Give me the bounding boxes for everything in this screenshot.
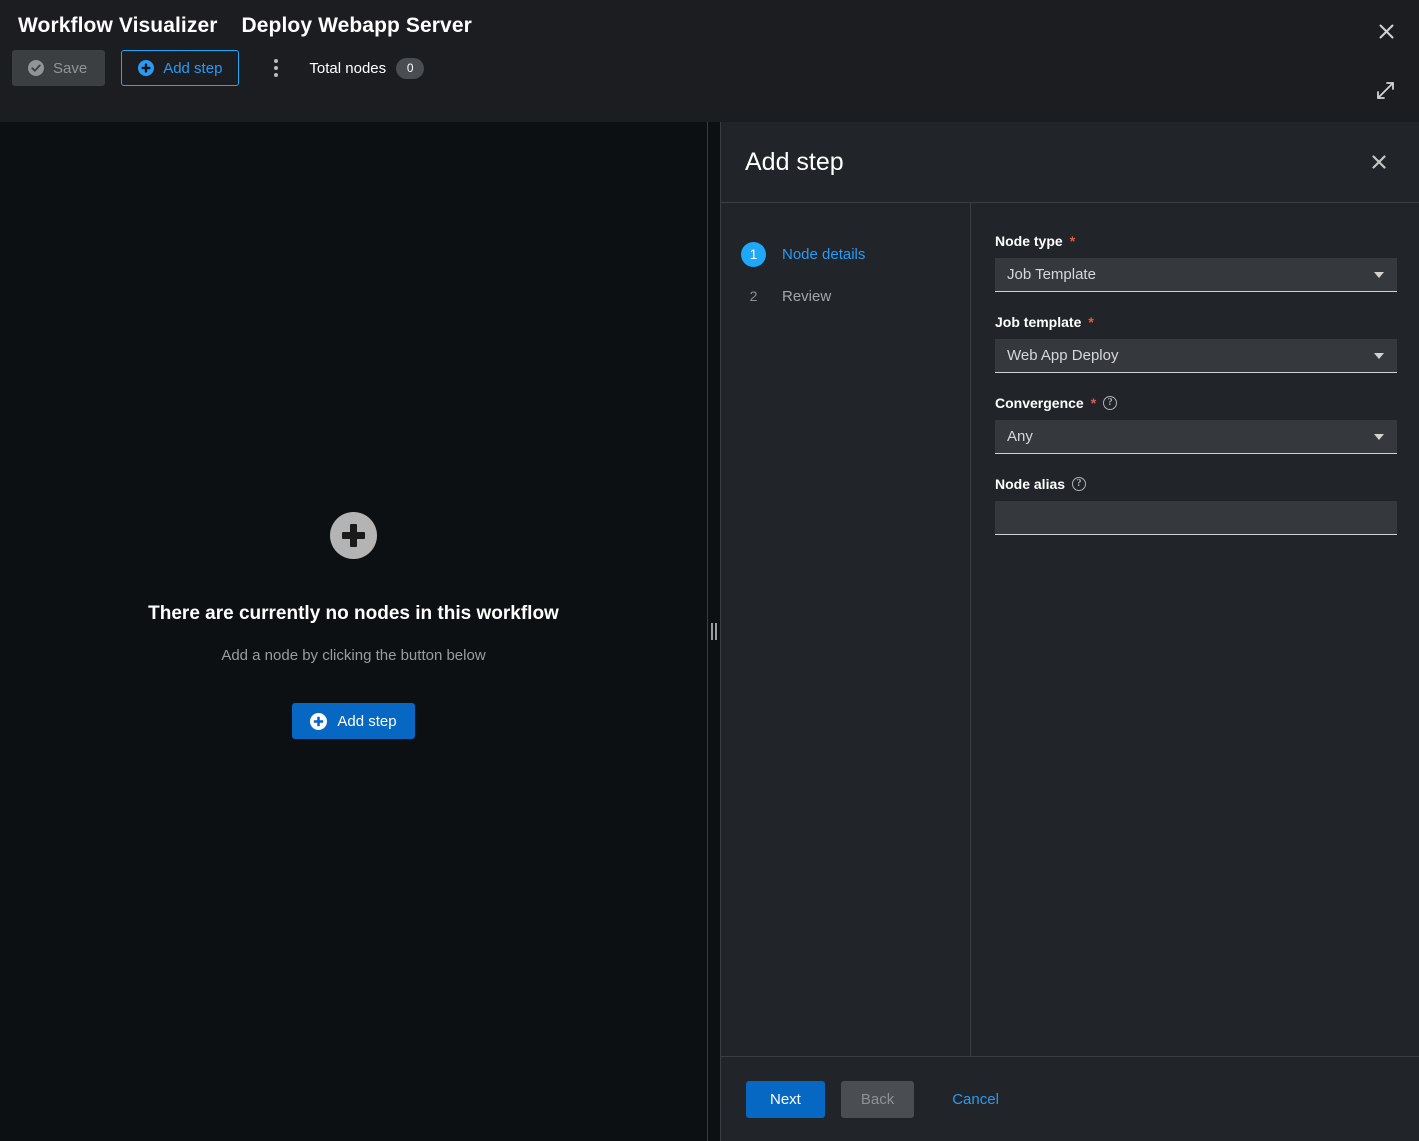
kebab-menu-icon[interactable] <box>261 53 291 83</box>
wizard-step-number: 2 <box>741 284 766 309</box>
close-icon[interactable] <box>1373 18 1399 44</box>
job-template-value: Web App Deploy <box>1007 347 1118 364</box>
node-details-form: Node type * Job Template Job template * <box>971 203 1419 1056</box>
wizard-step-node-details[interactable]: 1 Node details <box>741 233 970 275</box>
toolbar: Save Add step Total nodes <box>0 38 1419 86</box>
convergence-select[interactable]: Any <box>995 420 1397 454</box>
field-label-row: Node type * <box>995 233 1397 249</box>
canvas-empty-state: There are currently no nodes in this wor… <box>0 512 707 739</box>
total-nodes-badge: 0 <box>396 58 424 79</box>
chevron-down-icon <box>1374 353 1384 359</box>
required-asterisk: * <box>1088 315 1093 329</box>
cancel-button[interactable]: Cancel <box>952 1091 999 1108</box>
node-type-select[interactable]: Job Template <box>995 258 1397 292</box>
plus-circle-icon <box>310 713 327 730</box>
required-asterisk: * <box>1070 234 1075 248</box>
body-split: There are currently no nodes in this wor… <box>0 122 1419 1141</box>
wizard-steps-nav: 1 Node details 2 Review <box>721 203 971 1056</box>
node-type-value: Job Template <box>1007 266 1096 283</box>
field-label-text: Node alias <box>995 476 1065 492</box>
field-node-alias: Node alias ? <box>995 476 1397 535</box>
next-button[interactable]: Next <box>746 1081 825 1118</box>
field-label-row: Node alias ? <box>995 476 1397 492</box>
chevron-down-icon <box>1374 434 1384 440</box>
add-step-button-toolbar[interactable]: Add step <box>121 50 239 86</box>
convergence-value: Any <box>1007 428 1033 445</box>
wizard-step-number: 1 <box>741 242 766 267</box>
grip-bar <box>711 623 713 640</box>
required-asterisk: * <box>1091 396 1096 410</box>
drawer-header: Add step <box>721 122 1419 203</box>
add-step-button-label: Add step <box>163 60 222 77</box>
wizard-step-label: Node details <box>782 246 865 263</box>
save-button[interactable]: Save <box>12 50 105 86</box>
add-step-button-canvas[interactable]: Add step <box>292 703 414 739</box>
help-circle-icon[interactable]: ? <box>1103 396 1117 410</box>
total-nodes-label: Total nodes <box>309 60 386 77</box>
field-label-text: Job template <box>995 314 1081 330</box>
empty-state-subtitle: Add a node by clicking the button below <box>221 647 485 664</box>
field-convergence: Convergence * ? Any <box>995 395 1397 454</box>
expand-diagonal-icon[interactable] <box>1371 76 1399 104</box>
field-label-row: Convergence * ? <box>995 395 1397 411</box>
empty-state-title: There are currently no nodes in this wor… <box>148 603 559 625</box>
close-icon[interactable] <box>1367 150 1391 174</box>
save-button-label: Save <box>53 60 87 77</box>
plus-circle-icon <box>330 512 377 559</box>
field-label-row: Job template * <box>995 314 1397 330</box>
pane-splitter[interactable] <box>707 122 721 1141</box>
title-row: Workflow Visualizer Deploy Webapp Server <box>0 0 1419 38</box>
wizard-step-label: Review <box>782 288 831 305</box>
top-header: Workflow Visualizer Deploy Webapp Server <box>0 0 1419 122</box>
grip-bar <box>715 623 717 640</box>
help-circle-icon[interactable]: ? <box>1072 477 1086 491</box>
field-label-text: Node type <box>995 233 1063 249</box>
chevron-down-icon <box>1374 272 1384 278</box>
workflow-visualizer-window: Workflow Visualizer Deploy Webapp Server <box>0 0 1419 1141</box>
circle-check-icon <box>28 60 44 76</box>
drawer-title: Add step <box>745 148 844 177</box>
wizard-step-review[interactable]: 2 Review <box>741 275 970 317</box>
node-alias-input[interactable] <box>995 501 1397 535</box>
drawer-body: 1 Node details 2 Review Node type * <box>721 203 1419 1056</box>
field-label-text: Convergence <box>995 395 1084 411</box>
total-nodes-indicator: Total nodes 0 <box>309 58 424 79</box>
drag-handle-icon[interactable] <box>711 623 717 640</box>
back-button[interactable]: Back <box>841 1081 914 1118</box>
job-template-select[interactable]: Web App Deploy <box>995 339 1397 373</box>
kebab-dot <box>274 73 278 77</box>
field-job-template: Job template * Web App Deploy <box>995 314 1397 373</box>
workflow-name: Deploy Webapp Server <box>242 14 472 38</box>
drawer-footer: Next Back Cancel <box>721 1056 1419 1141</box>
workflow-canvas[interactable]: There are currently no nodes in this wor… <box>0 122 707 1141</box>
field-node-type: Node type * Job Template <box>995 233 1397 292</box>
kebab-dot <box>274 66 278 70</box>
add-step-drawer: Add step 1 Node details 2 Review <box>721 122 1419 1141</box>
page-title: Workflow Visualizer <box>18 14 218 38</box>
plus-circle-icon <box>138 60 154 76</box>
add-step-button-canvas-label: Add step <box>337 713 396 730</box>
kebab-dot <box>274 59 278 63</box>
